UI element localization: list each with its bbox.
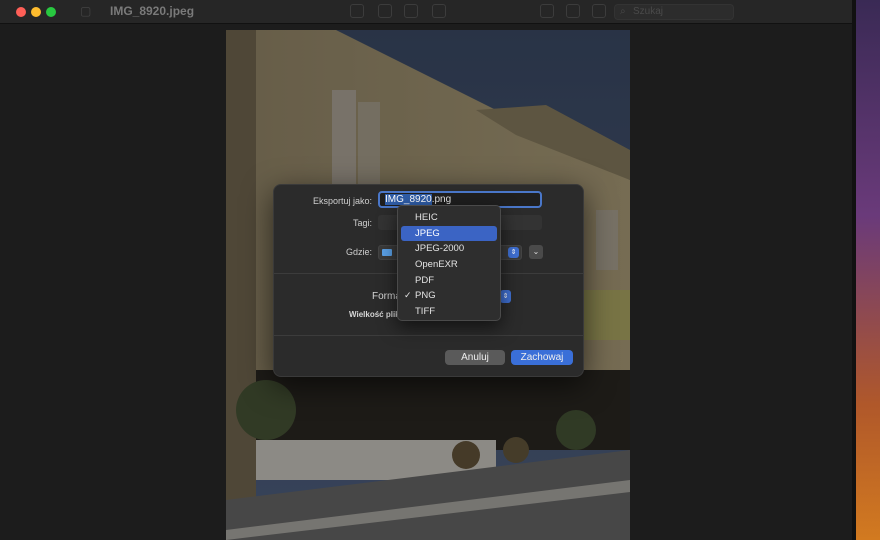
save-button[interactable]: Zachowaj <box>511 350 573 365</box>
expand-browser-button[interactable]: ⌄ <box>529 245 543 259</box>
rotate-icon[interactable] <box>566 4 580 18</box>
format-option-png[interactable]: ✓ PNG <box>401 288 497 304</box>
adjust-icon[interactable] <box>592 4 606 18</box>
search-input[interactable]: ⌕ Szukaj <box>614 4 734 20</box>
search-icon: ⌕ <box>620 6 626 17</box>
zoom-window-button[interactable] <box>46 7 56 17</box>
folder-icon <box>382 249 392 256</box>
zoom-out-icon[interactable] <box>378 4 392 18</box>
format-option-openexr[interactable]: OpenEXR <box>401 257 497 273</box>
markup-icon[interactable] <box>540 4 554 18</box>
format-option-tiff[interactable]: TIFF <box>401 304 497 320</box>
where-stepper-icon: ⇕ <box>508 247 519 258</box>
info-icon[interactable] <box>350 4 364 18</box>
desktop-wallpaper-edge <box>852 0 880 540</box>
minimize-window-button[interactable] <box>31 7 41 17</box>
window-border <box>852 0 856 540</box>
format-menu: HEIC JPEG JPEG-2000 OpenEXR PDF ✓ PNG TIF… <box>397 205 501 321</box>
format-option-heic[interactable]: HEIC <box>401 210 497 226</box>
tags-label: Tagi: <box>352 218 372 228</box>
format-option-pdf[interactable]: PDF <box>401 273 497 289</box>
cancel-button[interactable]: Anuluj <box>445 350 505 365</box>
format-option-jpeg[interactable]: JPEG <box>401 225 497 242</box>
filename-extension: .png <box>431 194 452 205</box>
zoom-in-icon[interactable] <box>404 4 418 18</box>
search-placeholder: Szukaj <box>633 6 664 17</box>
preview-window: ▢ IMG_8920.jpeg ⌕ Szukaj Eksportuj jako:… <box>0 0 880 540</box>
close-window-button[interactable] <box>16 7 26 17</box>
titlebar: ▢ IMG_8920.jpeg ⌕ Szukaj <box>0 0 852 24</box>
filename-selected-text: IMG_8920 <box>385 194 432 205</box>
format-option-jpeg-2000[interactable]: JPEG-2000 <box>401 241 497 257</box>
checkmark-icon: ✓ <box>404 290 412 301</box>
export-as-label: Eksportuj jako: <box>312 196 372 206</box>
sidebar-toggle-icon[interactable]: ▢ <box>80 4 91 18</box>
where-label: Gdzie: <box>345 247 372 257</box>
share-icon[interactable] <box>432 4 446 18</box>
format-popup-stepper[interactable]: ⇕ <box>500 290 511 303</box>
window-title: IMG_8920.jpeg <box>110 4 195 18</box>
separator <box>274 335 583 336</box>
